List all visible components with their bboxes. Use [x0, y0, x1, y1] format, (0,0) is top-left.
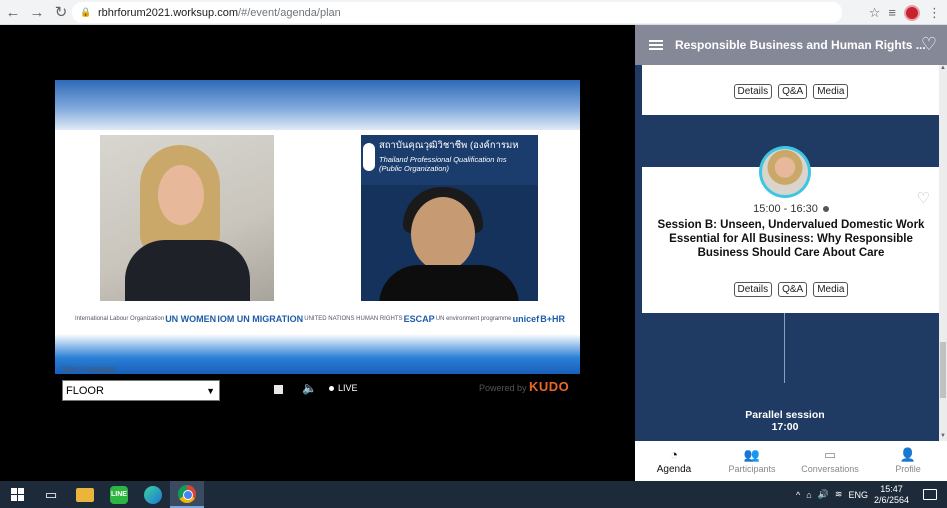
interpreter-banner: สถาบันคุณวุฒิวิชาชีพ (องค์การมห Thailand…	[361, 135, 538, 185]
agenda-panel: Details Q&A Media ♡ 15:00 - 16:30 Sessio…	[635, 25, 947, 481]
volume-tray-icon[interactable]: 🔊	[818, 489, 829, 500]
back-icon[interactable]: ←	[2, 1, 24, 23]
media-button[interactable]: Media	[813, 84, 849, 99]
organization-seal-icon	[363, 143, 375, 171]
kudo-logo: KUDO	[529, 379, 570, 394]
timeline-line	[784, 313, 785, 383]
conference-slide: สถาบันคุณวุฒิวิชาชีพ (องค์การมห Thailand…	[55, 80, 580, 374]
bottom-navigation: ◔ Agenda 👥 Participants ▭ Conversations …	[635, 441, 947, 481]
profile-avatar-icon[interactable]	[904, 4, 920, 21]
scroll-thumb[interactable]	[940, 342, 946, 398]
system-clock[interactable]: 15:47 2/6/2564	[874, 484, 909, 506]
logo-unicef: unicef	[512, 314, 540, 324]
browser-menu-icon[interactable]: ⋮	[928, 5, 941, 21]
details-button[interactable]: Details	[733, 282, 773, 297]
network-icon[interactable]: ⌂	[806, 490, 811, 500]
tab-agenda[interactable]: ◔ Agenda	[635, 441, 713, 481]
tab-conversations[interactable]: ▭ Conversations	[791, 441, 869, 481]
notification-icon[interactable]	[923, 489, 937, 500]
details-button[interactable]: Details	[733, 84, 773, 99]
tab-profile[interactable]: 👤 Profile	[869, 441, 947, 481]
slide-sky-banner	[55, 80, 580, 130]
system-tray: ^ ⌂ 🔊 ≋ ENG 15:47 2/6/2564	[796, 481, 947, 508]
clock-icon: ◔	[670, 446, 678, 462]
favorite-heart-icon[interactable]: ♡	[921, 34, 937, 55]
logo-escap: ESCAP	[403, 314, 435, 324]
browser-toolbar: ← → ↻ 🔒 rbhrforum2021.worksup.com/#/even…	[0, 0, 947, 25]
event-title: Responsible Business and Human Rights ..…	[675, 38, 926, 52]
address-bar[interactable]: 🔒 rbhrforum2021.worksup.com/#/event/agen…	[72, 2, 842, 23]
logo-ohchr: UNITED NATIONS HUMAN RIGHTS	[304, 316, 403, 322]
qa-button[interactable]: Q&A	[778, 282, 808, 297]
partner-logos: International Labour Organization UN WOM…	[75, 308, 565, 330]
logo-bhr: B+HR	[540, 314, 565, 324]
session-card-previous: Details Q&A Media	[642, 65, 940, 115]
session-actions: Details Q&A Media	[642, 84, 940, 99]
chevron-down-icon: ▼	[206, 385, 215, 396]
file-explorer-icon[interactable]	[68, 481, 102, 508]
user-icon: 👤	[899, 447, 917, 462]
speaker-photo	[762, 149, 808, 195]
reading-list-icon[interactable]: ≡	[888, 5, 896, 20]
speaker-avatar[interactable]	[759, 146, 811, 198]
powered-by-label: Powered by	[479, 383, 527, 393]
scroll-down-icon[interactable]: ▼	[939, 433, 947, 441]
session-actions: Details Q&A Media	[642, 282, 940, 297]
media-button[interactable]: Media	[813, 282, 849, 297]
parallel-session-label: Parallel session	[745, 409, 825, 421]
url-path: /#/event/agenda/plan	[238, 6, 341, 19]
logo-unep: UN environment programme	[435, 316, 512, 322]
logo-ilo: International Labour Organization	[75, 316, 165, 322]
bookmark-star-icon[interactable]: ☆	[869, 5, 881, 21]
slide-footer-band	[55, 334, 580, 374]
session-time: 15:00 - 16:30	[642, 203, 940, 215]
speaker-video-1	[100, 135, 274, 301]
panel-header: Responsible Business and Human Rights ..…	[635, 25, 947, 65]
forward-icon[interactable]: →	[26, 1, 48, 23]
lock-icon: 🔒	[80, 7, 92, 17]
logo-iom: IOM UN MIGRATION	[217, 314, 304, 324]
panel-scrollbar[interactable]: ▲ ▼	[939, 65, 947, 441]
windows-start-icon[interactable]	[0, 481, 34, 508]
url-host: rbhrforum2021.worksup.com	[98, 6, 239, 19]
browser-actions: ☆ ≡ ⋮	[869, 0, 947, 25]
select-language-label: Select Language:	[62, 366, 117, 373]
chrome-browser-icon[interactable]	[170, 481, 204, 508]
tray-chevron-icon[interactable]: ^	[796, 490, 800, 500]
status-dot-icon	[822, 206, 829, 212]
live-label: LIVE	[338, 383, 358, 393]
live-indicator: LIVE	[329, 383, 358, 393]
stop-icon[interactable]	[274, 385, 283, 394]
language-select[interactable]: FLOOR ▼	[62, 380, 220, 401]
session-title: Session B: Unseen, Undervalued Domestic …	[657, 219, 925, 259]
tab-participants[interactable]: 👥 Participants	[713, 441, 791, 481]
speaker-video-2: สถาบันคุณวุฒิวิชาชีพ (องค์การมห Thailand…	[361, 135, 538, 301]
language-select-value: FLOOR	[66, 384, 104, 397]
wifi-icon[interactable]: ≋	[835, 489, 843, 500]
people-icon: 👥	[743, 447, 761, 462]
parallel-session-time: 17:00	[771, 421, 799, 433]
logo-unwomen: UN WOMEN	[165, 314, 217, 324]
line-app-icon[interactable]: LINE	[102, 481, 136, 508]
volume-icon[interactable]: 🔈	[302, 381, 317, 395]
task-view-icon[interactable]: ▭	[34, 481, 68, 508]
hamburger-menu-icon[interactable]	[649, 40, 663, 50]
parallel-session-marker: Parallel session 17:00	[635, 409, 935, 433]
scroll-up-icon[interactable]: ▲	[939, 65, 947, 73]
language-indicator[interactable]: ENG	[848, 490, 868, 500]
windows-taskbar: ▭ LINE ^ ⌂ 🔊 ≋ ENG 15:47 2/6/2564	[0, 481, 947, 508]
edge-browser-icon[interactable]	[136, 481, 170, 508]
live-dot-icon	[329, 385, 334, 391]
reload-icon[interactable]: ↻	[50, 1, 72, 23]
chat-icon: ▭	[823, 447, 837, 462]
qa-button[interactable]: Q&A	[778, 84, 808, 99]
video-stage: สถาบันคุณวุฒิวิชาชีพ (องค์การมห Thailand…	[0, 25, 635, 481]
